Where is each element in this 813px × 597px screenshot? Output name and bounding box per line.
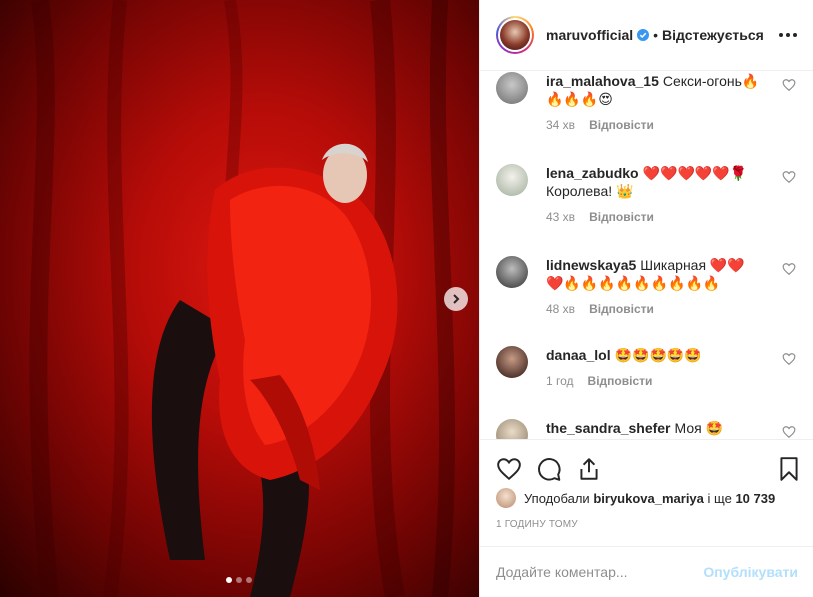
comment-item: lidnewskaya5 Шикарная ❤️❤️❤️🔥🔥🔥🔥🔥🔥🔥🔥🔥 48 … (496, 256, 796, 316)
comment-text-block: the_sandra_shefer Моя 🤩 (546, 419, 761, 437)
comments-list[interactable]: ira_malahova_15 Секси-огонь🔥🔥🔥🔥😍 34 хв Від… (480, 72, 813, 439)
verified-badge-icon (637, 29, 650, 41)
likes-count[interactable]: 10 739 (735, 491, 775, 506)
author-avatar[interactable] (496, 16, 534, 54)
carousel-dot-1 (226, 577, 232, 583)
more-options-icon[interactable] (777, 27, 799, 43)
publish-button[interactable]: Опублікувати (703, 564, 798, 580)
add-comment-bar: Опублікувати (480, 546, 813, 597)
carousel-dot-3 (246, 577, 252, 583)
like-comment-heart-icon[interactable] (782, 425, 796, 439)
like-comment-heart-icon[interactable] (782, 352, 796, 366)
like-heart-icon[interactable] (496, 456, 522, 482)
reply-button[interactable]: Відповісти (589, 118, 654, 132)
comment-item: lena_zabudko ❤️❤️❤️❤️❤️🌹 Королева! 👑 43 х… (496, 164, 796, 224)
post-timestamp[interactable]: 1 годину тому (496, 519, 578, 530)
bookmark-icon[interactable] (776, 456, 802, 482)
share-icon[interactable] (576, 456, 602, 482)
comment-item: danaa_lol 🤩🤩🤩🤩🤩 1 год Відповісти (496, 346, 796, 388)
comment-time[interactable]: 1 год (546, 374, 574, 388)
comment-text: 🤩🤩🤩🤩🤩 (614, 347, 702, 363)
comment-text-block: lidnewskaya5 Шикарная ❤️❤️❤️🔥🔥🔥🔥🔥🔥🔥🔥🔥 (546, 256, 761, 292)
commenter-avatar[interactable] (496, 72, 528, 104)
carousel-indicators (226, 577, 252, 583)
comment-username[interactable]: ira_malahova_15 (546, 73, 659, 89)
comment-text: Моя 🤩 (674, 420, 724, 436)
like-comment-heart-icon[interactable] (782, 170, 796, 184)
reply-button[interactable]: Відповісти (589, 302, 654, 316)
comment-input[interactable] (496, 564, 704, 580)
comment-bubble-icon[interactable] (536, 456, 562, 482)
performer-image (29, 0, 456, 597)
likes-middle: і ще (707, 490, 732, 506)
comment-text-block: danaa_lol 🤩🤩🤩🤩🤩 (546, 346, 761, 364)
comment-time[interactable]: 43 хв (546, 210, 575, 224)
author-username[interactable]: maruvofficial (546, 27, 633, 43)
comment-meta: 1 год Відповісти (546, 374, 796, 388)
comment-item: ira_malahova_15 Секси-огонь🔥🔥🔥🔥😍 34 хв Від… (496, 72, 796, 132)
like-comment-heart-icon[interactable] (782, 78, 796, 92)
comment-meta: 43 хв Відповісти (546, 210, 796, 224)
comment-item: the_sandra_shefer Моя 🤩 (496, 419, 796, 439)
carousel-dot-2 (236, 577, 242, 583)
comment-text-block: lena_zabudko ❤️❤️❤️❤️❤️🌹 Королева! 👑 (546, 164, 761, 200)
comment-meta: 48 хв Відповісти (546, 302, 796, 316)
post-side-panel: maruvofficial • Відстежується ira_malaho… (479, 0, 813, 597)
reply-button[interactable]: Відповісти (588, 374, 653, 388)
likes-prefix: Уподобали (524, 490, 590, 506)
comment-text-block: ira_malahova_15 Секси-огонь🔥🔥🔥🔥😍 (546, 72, 761, 108)
chevron-right-icon (453, 294, 460, 304)
comment-username[interactable]: danaa_lol (546, 347, 611, 363)
following-button[interactable]: Відстежується (662, 27, 764, 43)
comment-time[interactable]: 48 хв (546, 302, 575, 316)
next-photo-button[interactable] (444, 287, 468, 311)
comment-username[interactable]: the_sandra_shefer (546, 420, 671, 436)
commenter-avatar[interactable] (496, 256, 528, 288)
comment-username[interactable]: lidnewskaya5 (546, 257, 636, 273)
comment-username[interactable]: lena_zabudko (546, 165, 639, 181)
header-separator: • (653, 27, 659, 43)
post-header: maruvofficial • Відстежується (480, 0, 813, 71)
comment-time[interactable]: 34 хв (546, 118, 575, 132)
commenter-avatar[interactable] (496, 419, 528, 439)
commenter-avatar[interactable] (496, 164, 528, 196)
comment-meta: 34 хв Відповісти (546, 118, 796, 132)
liker-avatar (496, 488, 516, 508)
likes-summary[interactable]: Уподобали biryukova_mariya і ще 10 739 (496, 488, 775, 508)
reply-button[interactable]: Відповісти (589, 210, 654, 224)
liker-username[interactable]: biryukova_mariya (593, 491, 704, 506)
commenter-avatar[interactable] (496, 346, 528, 378)
like-comment-heart-icon[interactable] (782, 262, 796, 276)
post-photo[interactable] (0, 0, 479, 597)
